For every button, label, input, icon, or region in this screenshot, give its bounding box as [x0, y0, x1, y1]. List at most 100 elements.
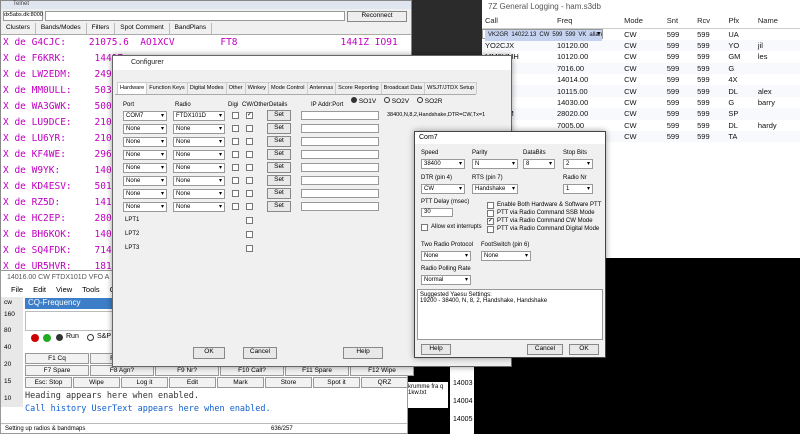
ptt-digital-checkbox[interactable] — [487, 226, 494, 233]
ptt-delay-input[interactable]: 30 — [421, 208, 453, 217]
function-key-button[interactable]: Store — [265, 377, 312, 388]
com7-ok-button[interactable]: OK — [569, 344, 599, 355]
details-set-button[interactable]: Set — [267, 201, 291, 212]
table-row[interactable]: VK2GR 14022.13 CW 599 599 VK allan — [482, 28, 604, 41]
ptt-cw-checkbox[interactable]: ✓ — [487, 218, 494, 225]
function-key-button[interactable]: Mark — [217, 377, 264, 388]
function-key-button[interactable]: Wipe — [73, 377, 120, 388]
radio-select[interactable]: None — [173, 124, 225, 134]
port-select[interactable]: None — [123, 163, 167, 173]
configurer-tab[interactable]: Hardware — [117, 82, 148, 94]
radio-select[interactable]: None — [173, 150, 225, 160]
ip-address-input[interactable] — [301, 124, 379, 133]
radio-select[interactable]: FTDX101D — [173, 111, 225, 121]
function-key-button[interactable]: Esc: Stop — [25, 377, 72, 388]
two-radio-select[interactable]: None — [421, 251, 471, 261]
ip-address-input[interactable] — [301, 189, 379, 198]
port-select[interactable]: None — [123, 150, 167, 160]
tab-bands-modes[interactable]: Bands/Modes — [36, 23, 87, 34]
configurer-tab[interactable]: WSJT/JTDX Setup — [424, 82, 478, 94]
cq-frequency-field[interactable]: CQ-Frequency — [25, 298, 115, 309]
configurer-tab[interactable]: Other — [225, 82, 246, 94]
ip-address-input[interactable] — [301, 111, 379, 120]
details-set-button[interactable]: Set — [267, 110, 291, 121]
band-button-10[interactable]: 10 — [4, 395, 11, 402]
digi-checkbox[interactable] — [232, 138, 239, 145]
column-header[interactable]: Snt — [663, 14, 695, 29]
function-key-button[interactable]: F1 Cq — [25, 353, 89, 364]
ip-address-input[interactable] — [301, 150, 379, 159]
so1v-radio[interactable] — [351, 97, 357, 103]
column-header[interactable]: Pfx — [725, 14, 755, 29]
cw-other-checkbox[interactable] — [246, 125, 253, 132]
so2v-radio[interactable] — [383, 97, 390, 103]
lpt3-checkbox[interactable] — [246, 245, 253, 252]
radio-select[interactable]: None — [173, 202, 225, 212]
digi-checkbox[interactable] — [232, 151, 239, 158]
cw-other-checkbox[interactable]: ✓ — [246, 112, 253, 119]
details-set-button[interactable]: Set — [267, 175, 291, 186]
digi-checkbox[interactable] — [232, 190, 239, 197]
ip-address-input[interactable] — [301, 137, 379, 146]
port-select[interactable]: None — [123, 124, 167, 134]
spot-row[interactable]: X de G4CJC: 21075.6 AO1XCV FT8 1441Z IO9… — [1, 35, 411, 51]
digi-checkbox[interactable] — [232, 177, 239, 184]
menu-edit[interactable]: Edit — [33, 285, 46, 297]
cw-other-checkbox[interactable] — [246, 190, 253, 197]
column-header[interactable]: Call — [482, 14, 554, 29]
so2r-radio[interactable] — [416, 97, 423, 103]
radio-select[interactable]: None — [173, 176, 225, 186]
configurer-tab[interactable]: Antennas — [306, 82, 337, 94]
menu-view[interactable]: View — [56, 285, 72, 297]
cw-other-checkbox[interactable] — [246, 151, 253, 158]
table-row[interactable]: 4Z1MG14014.00CW5995994X — [482, 74, 800, 85]
ptt-ssb-checkbox[interactable] — [487, 210, 494, 217]
desktop-file-label[interactable]: krumme fra q 1kw.txt — [406, 382, 448, 408]
radio-select[interactable]: None — [173, 137, 225, 147]
column-header[interactable]: Rcv — [694, 14, 726, 29]
polling-select[interactable]: Normal — [421, 275, 471, 285]
cw-other-checkbox[interactable] — [246, 177, 253, 184]
com7-cancel-button[interactable]: Cancel — [527, 344, 563, 355]
column-header[interactable]: Freq — [553, 14, 622, 29]
radionr-select[interactable]: 1 — [563, 184, 593, 194]
ip-address-input[interactable] — [301, 176, 379, 185]
band-button-80[interactable]: 80 — [4, 327, 11, 334]
green-status-icon[interactable] — [43, 334, 51, 342]
cw-other-checkbox[interactable] — [246, 203, 253, 210]
cluster-host-field[interactable]: dx5abs.dk:8000 — [3, 11, 43, 21]
command-input[interactable] — [45, 11, 345, 21]
menu-tools[interactable]: Tools — [82, 285, 100, 297]
tab-bandplans[interactable]: BandPlans — [170, 23, 213, 34]
configurer-tab[interactable]: Digital Modes — [186, 82, 227, 94]
radio-select[interactable]: None — [173, 189, 225, 199]
function-key-button[interactable]: Edit — [169, 377, 216, 388]
details-set-button[interactable]: Set — [267, 149, 291, 160]
ok-button[interactable]: OK — [193, 347, 225, 359]
tab-clusters[interactable]: Clusters — [1, 23, 36, 34]
cancel-button[interactable]: Cancel — [243, 347, 277, 359]
reconnect-button[interactable]: Reconnect — [347, 10, 407, 22]
run-radio[interactable] — [56, 334, 63, 341]
configurer-tab[interactable]: Score Reporting — [335, 82, 382, 94]
databits-select[interactable]: 8 — [523, 159, 555, 169]
stopbits-select[interactable]: 2 — [563, 159, 593, 169]
details-set-button[interactable]: Set — [267, 188, 291, 199]
port-select[interactable]: None — [123, 189, 167, 199]
configurer-tab[interactable]: Winkey — [244, 82, 269, 94]
digi-checkbox[interactable] — [232, 125, 239, 132]
column-header[interactable]: Mode — [621, 14, 664, 29]
function-key-button[interactable]: Spot it — [313, 377, 360, 388]
details-set-button[interactable]: Set — [267, 162, 291, 173]
column-header[interactable]: Name — [754, 14, 800, 29]
radio-select[interactable]: None — [173, 163, 225, 173]
red-status-icon[interactable] — [31, 334, 39, 342]
com7-help-button[interactable]: Help — [421, 344, 451, 355]
function-key-button[interactable]: QRZ — [361, 377, 408, 388]
port-select[interactable]: None — [123, 176, 167, 186]
port-select[interactable]: COM7 — [123, 111, 167, 121]
table-row[interactable]: YO2CJX 10120.00 CW 599 599 YO jil — [482, 39, 800, 52]
cw-other-checkbox[interactable] — [246, 138, 253, 145]
menu-file[interactable]: File — [11, 285, 23, 297]
details-set-button[interactable]: Set — [267, 123, 291, 134]
